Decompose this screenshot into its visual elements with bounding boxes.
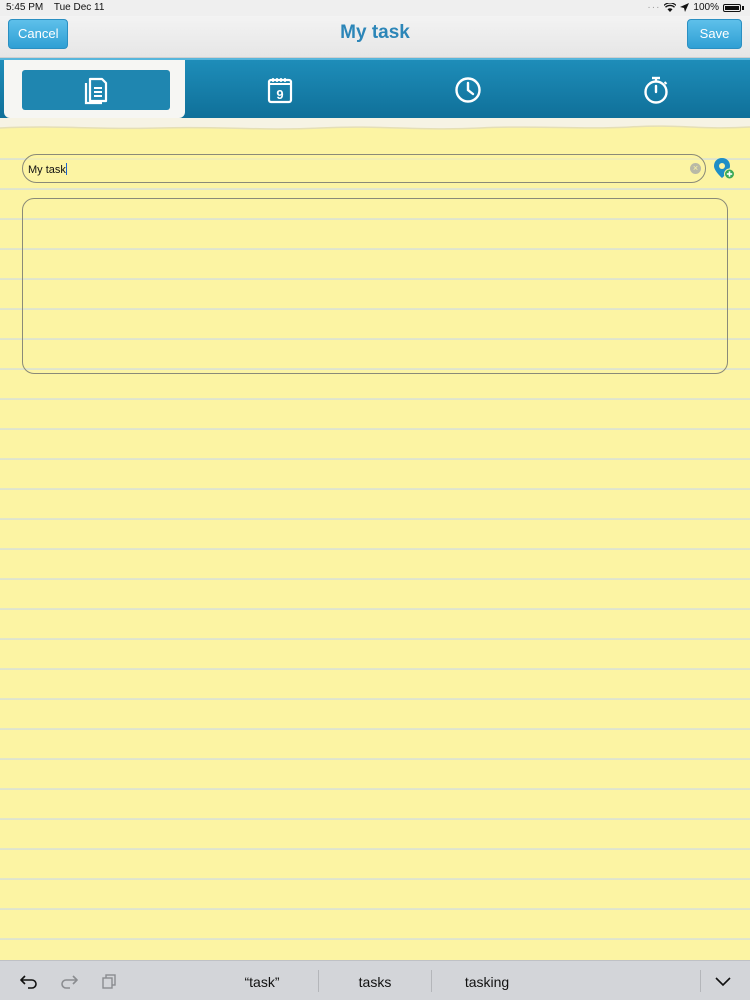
note-icon	[84, 77, 108, 105]
battery-icon	[723, 3, 741, 12]
text-caret	[65, 163, 67, 175]
battery-percent: 100%	[693, 2, 719, 13]
undo-icon[interactable]	[20, 973, 38, 989]
paste-icon[interactable]	[100, 973, 118, 989]
redo-icon[interactable]	[60, 973, 78, 989]
tab-note-highlight	[22, 70, 170, 110]
multitasking-dots-icon: ···	[647, 2, 661, 13]
tab-calendar[interactable]: 9	[190, 60, 370, 120]
tab-bar: 9	[0, 58, 750, 120]
task-title-value: My task	[28, 163, 67, 176]
status-bar: 5:45 PM Tue Dec 11 ··· 100%	[0, 0, 750, 16]
suggestion-separator	[318, 970, 319, 992]
stopwatch-icon	[644, 76, 668, 104]
task-title-input[interactable]: My task	[22, 154, 706, 183]
calendar-icon: 9	[267, 78, 293, 104]
suggestion-task-quoted[interactable]: “task”	[212, 974, 312, 990]
nav-bar: Cancel My task Save	[0, 16, 750, 58]
suggestion-tasks[interactable]: tasks	[325, 974, 425, 990]
wifi-icon	[664, 2, 677, 12]
add-location-icon[interactable]	[712, 156, 736, 182]
status-time: 5:45 PM	[6, 2, 44, 13]
task-notes-textarea[interactable]	[22, 198, 728, 374]
status-date: Tue Dec 11	[53, 2, 105, 13]
save-button[interactable]: Save	[687, 19, 742, 49]
battery-tip	[742, 5, 744, 10]
title-row: My task ×	[22, 154, 737, 184]
toolbar-separator	[700, 970, 701, 992]
dismiss-keyboard-chevron-icon[interactable]	[714, 973, 732, 989]
status-left: 5:45 PM Tue Dec 11	[6, 2, 112, 13]
clock-icon	[455, 77, 481, 103]
calendar-day: 9	[276, 87, 283, 102]
status-right: ··· 100%	[647, 2, 744, 13]
keyboard-shortcut-bar: “task” tasks tasking	[0, 960, 750, 1000]
suggestion-tasking[interactable]: tasking	[437, 974, 537, 990]
tab-note[interactable]	[4, 60, 185, 118]
suggestion-separator	[431, 970, 432, 992]
clear-text-icon[interactable]: ×	[690, 163, 701, 174]
page-title: My task	[340, 22, 410, 43]
tab-stopwatch[interactable]	[568, 60, 744, 120]
location-arrow-icon	[680, 3, 690, 12]
tab-clock[interactable]	[380, 60, 556, 120]
